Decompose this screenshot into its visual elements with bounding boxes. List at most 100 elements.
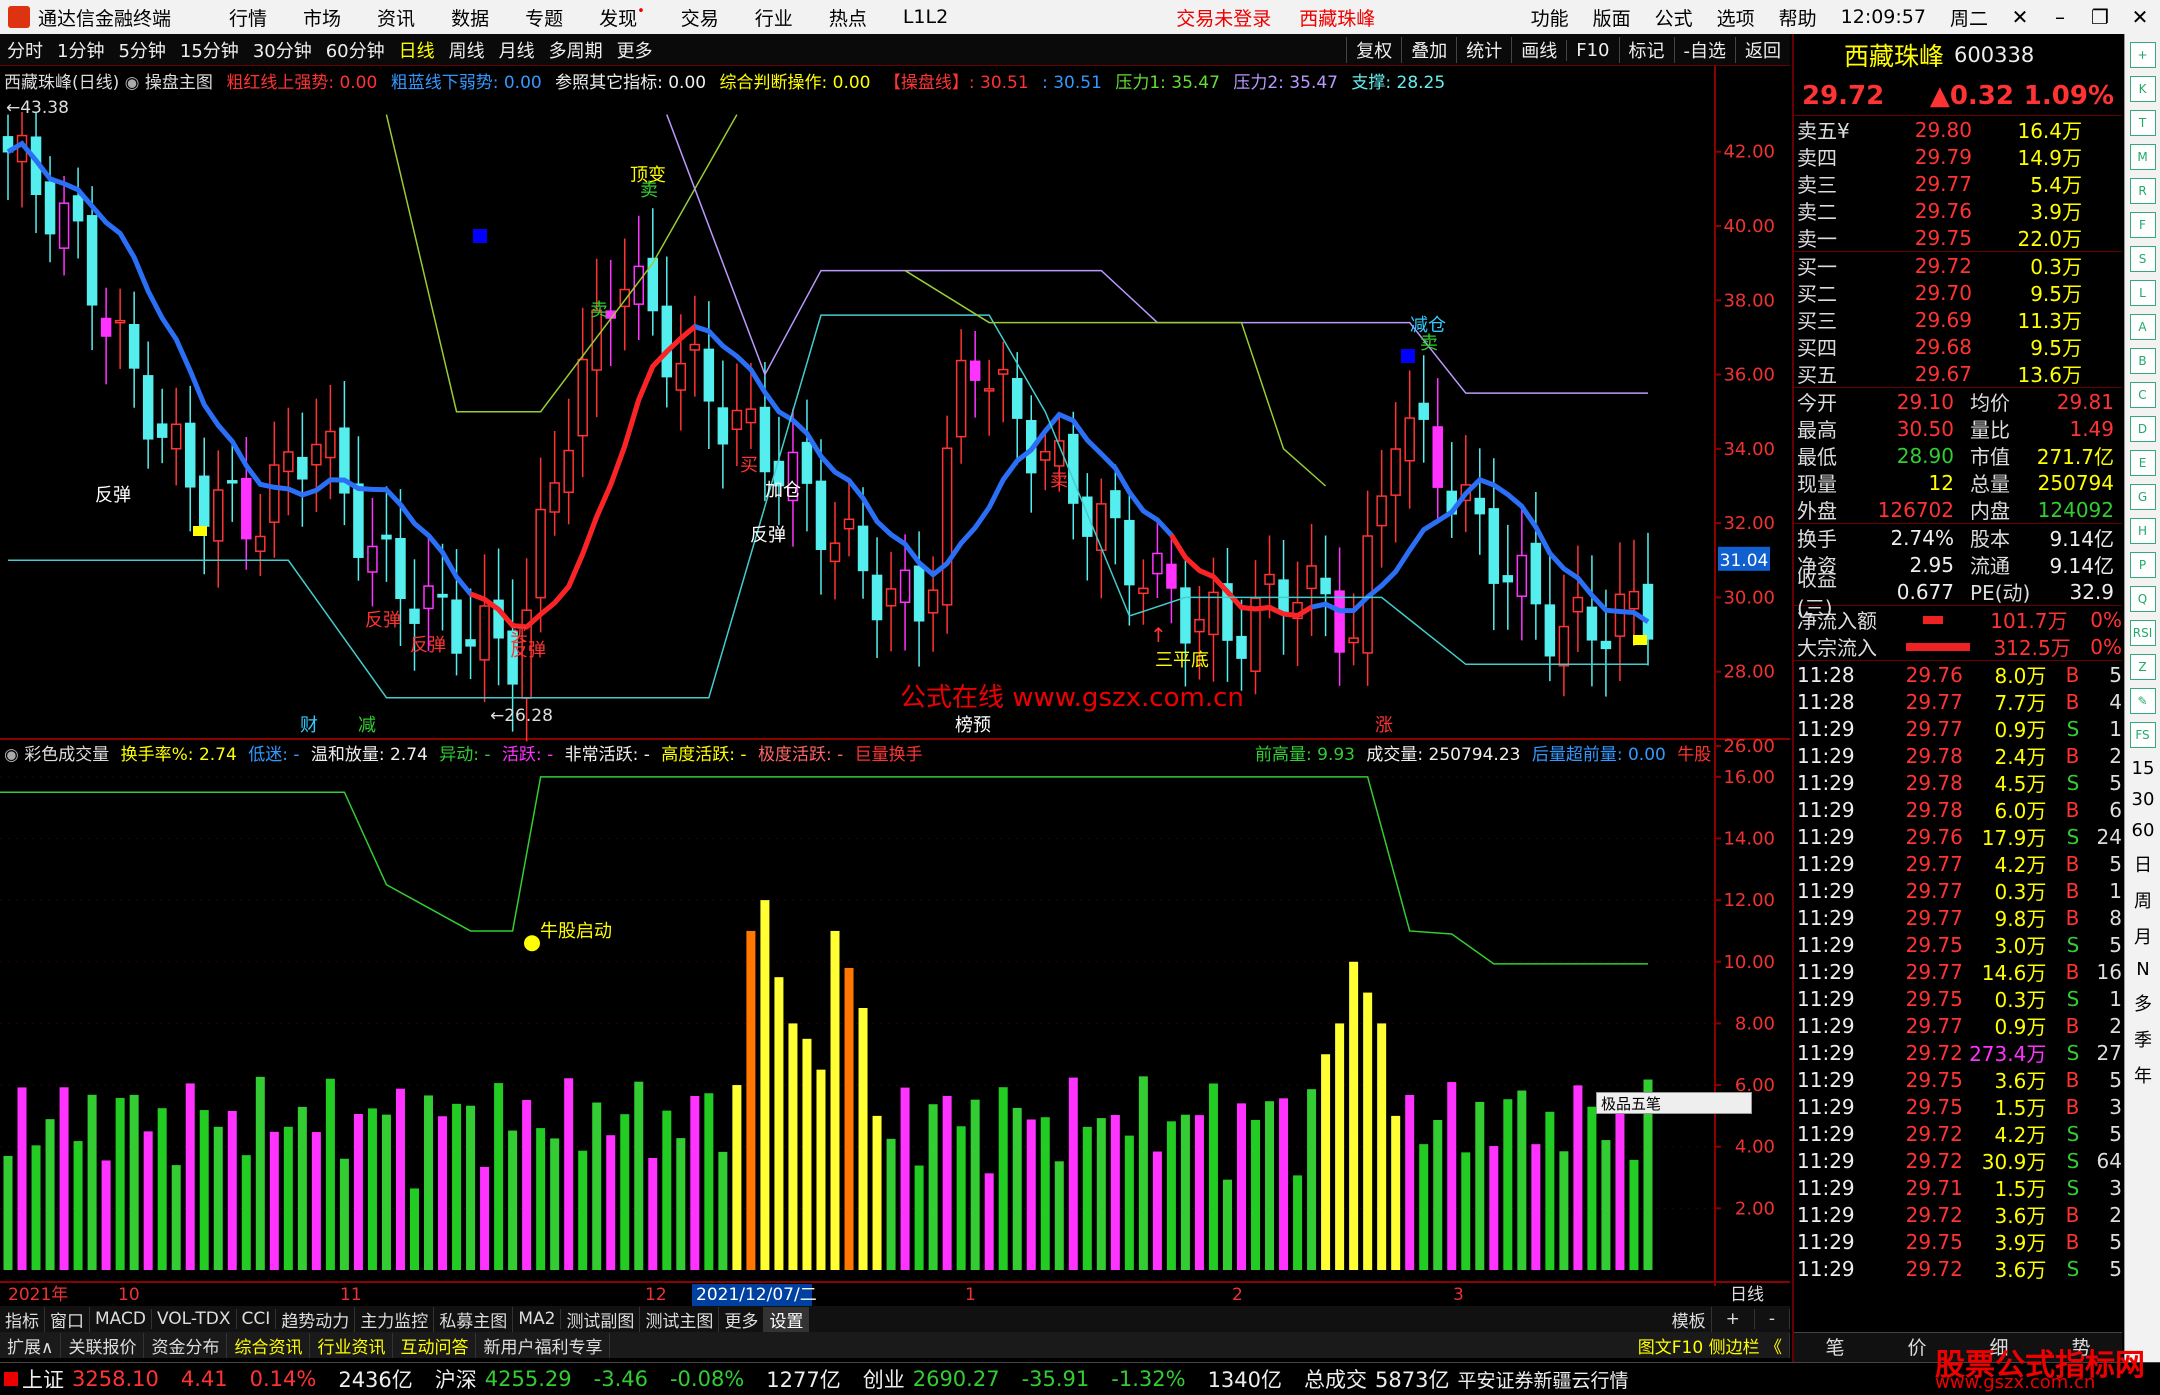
side-period-label[interactable]: 多: [2125, 990, 2160, 1016]
main-indicator-name[interactable]: 操盘主图: [145, 73, 213, 93]
side-tool-icon[interactable]: Q: [2129, 586, 2156, 612]
tick-row[interactable]: 11:29 29.77 0.3万 B 1: [1794, 877, 2122, 905]
overlay-button[interactable]: 叠加: [1401, 37, 1456, 63]
period-30m[interactable]: 30分钟: [246, 37, 319, 63]
tick-row[interactable]: 11:29 29.77 0.9万 B 2: [1794, 1012, 2122, 1040]
tick-row[interactable]: 11:29 29.72 3.6万 S 5: [1794, 1255, 2122, 1283]
tab-general-news[interactable]: 综合资讯: [227, 1332, 311, 1358]
tick-list[interactable]: 11:28 29.76 8.0万 B 5 11:28 29.77 7.7万 B 4 11:29 29.…: [1794, 661, 2122, 1283]
tab-ticks[interactable]: 笔: [1794, 1333, 1876, 1362]
ime-toolbar[interactable]: 极品五笔: [1596, 1092, 1752, 1114]
menu-help[interactable]: 帮助: [1779, 4, 1817, 31]
add-tab-button[interactable]: +: [1712, 1309, 1755, 1329]
side-tool-icon[interactable]: D: [2129, 416, 2156, 442]
tick-row[interactable]: 11:29 29.72 3.6万 B 2: [1794, 1201, 2122, 1229]
remove-tab-button[interactable]: -: [1755, 1309, 1790, 1329]
menu-industry[interactable]: 行业: [755, 4, 793, 31]
tab-window[interactable]: 窗口: [45, 1306, 90, 1332]
side-tool-icon[interactable]: B: [2129, 348, 2156, 374]
tab-qa[interactable]: 互动问答: [393, 1332, 477, 1358]
close-icon[interactable]: ✕: [2120, 5, 2160, 29]
side-tool-icon[interactable]: T: [2129, 110, 2156, 136]
period-week[interactable]: 周线: [442, 37, 492, 63]
side-tool-icon[interactable]: E: [2129, 450, 2156, 476]
mark-button[interactable]: 标记: [1618, 37, 1674, 63]
tab-new-user[interactable]: 新用户福利专享: [476, 1332, 611, 1358]
f10-button[interactable]: F10: [1566, 39, 1618, 61]
tab-private[interactable]: 私募主图: [434, 1306, 514, 1332]
side-period-label[interactable]: 30: [2125, 789, 2160, 810]
sub-indicator-name[interactable]: 彩色成交量: [24, 745, 109, 765]
side-tool-icon[interactable]: RSI: [2129, 620, 2156, 646]
side-tool-icon[interactable]: Z: [2129, 654, 2156, 680]
side-period-label[interactable]: 周: [2125, 887, 2160, 913]
ask-row[interactable]: 卖一 29.75 22.0万: [1794, 224, 2122, 252]
tab-ma2[interactable]: MA2: [513, 1309, 562, 1329]
tab-expand[interactable]: 扩展∧: [0, 1332, 62, 1358]
bid-row[interactable]: 买五 29.67 13.6万: [1794, 360, 2122, 388]
side-tool-icon[interactable]: G: [2129, 484, 2156, 510]
restore-icon[interactable]: ❐: [2080, 5, 2120, 29]
side-period-label[interactable]: 60: [2125, 820, 2160, 841]
side-tool-icon[interactable]: A: [2129, 314, 2156, 340]
tick-row[interactable]: 11:29 29.78 4.5万 S 5: [1794, 769, 2122, 797]
period-multi[interactable]: 多周期: [542, 37, 610, 63]
tab-settings[interactable]: 设置: [764, 1306, 810, 1332]
side-tool-icon[interactable]: FS: [2129, 722, 2156, 748]
tick-row[interactable]: 11:29 29.78 2.4万 B 2: [1794, 742, 2122, 770]
window-menu-icon[interactable]: ✕: [2000, 5, 2040, 29]
cy-label[interactable]: 创业: [863, 1364, 905, 1394]
side-period-label[interactable]: 月: [2125, 923, 2160, 949]
tick-row[interactable]: 11:29 29.78 6.0万 B 6: [1794, 796, 2122, 824]
menu-discover[interactable]: 发现: [599, 4, 645, 31]
side-tool-icon[interactable]: R: [2129, 178, 2156, 204]
tab-test-sub[interactable]: 测试副图: [561, 1306, 641, 1332]
ask-row[interactable]: 卖五¥ 29.80 16.4万: [1794, 116, 2122, 144]
tab-vol-tdx[interactable]: VOL-TDX: [152, 1309, 237, 1329]
hs-label[interactable]: 沪深: [435, 1364, 477, 1394]
side-tool-icon[interactable]: L: [2129, 280, 2156, 306]
side-period-label[interactable]: N: [2125, 959, 2160, 980]
tab-more[interactable]: 更多: [719, 1306, 765, 1332]
bid-row[interactable]: 买二 29.70 9.5万: [1794, 279, 2122, 307]
side-tool-icon[interactable]: C: [2129, 382, 2156, 408]
tick-row[interactable]: 11:29 29.71 1.5万 S 3: [1794, 1174, 2122, 1202]
ask-row[interactable]: 卖四 29.79 14.9万: [1794, 143, 2122, 171]
menu-options[interactable]: 选项: [1717, 4, 1755, 31]
tick-row[interactable]: 11:29 29.72 4.2万 S 5: [1794, 1120, 2122, 1148]
server-name[interactable]: 平安证券新疆云行情: [1457, 1366, 1628, 1393]
tab-main-monitor[interactable]: 主力监控: [355, 1306, 435, 1332]
menu-market[interactable]: 市场: [303, 4, 341, 31]
period-day[interactable]: 日线: [392, 37, 442, 63]
tab-macd[interactable]: MACD: [90, 1309, 152, 1329]
tab-related[interactable]: 关联报价: [61, 1332, 145, 1358]
tick-row[interactable]: 11:29 29.75 1.5万 B 3: [1794, 1093, 2122, 1121]
tick-row[interactable]: 11:29 29.75 0.3万 S 1: [1794, 985, 2122, 1013]
side-tool-icon[interactable]: K: [2129, 76, 2156, 102]
bid-row[interactable]: 买一 29.72 0.3万: [1794, 252, 2122, 280]
menu-quotes[interactable]: 行情: [229, 4, 267, 31]
tick-row[interactable]: 11:29 29.76 17.9万 S 24: [1794, 823, 2122, 851]
tick-row[interactable]: 11:28 29.77 7.7万 B 4: [1794, 688, 2122, 716]
tab-trend[interactable]: 趋势动力: [276, 1306, 356, 1332]
menu-function[interactable]: 功能: [1531, 4, 1569, 31]
period-60m[interactable]: 60分钟: [319, 37, 392, 63]
period-tick[interactable]: 分时: [0, 37, 50, 63]
menu-formula[interactable]: 公式: [1655, 4, 1693, 31]
side-tool-icon[interactable]: P: [2129, 552, 2156, 578]
tab-test-main[interactable]: 测试主图: [640, 1306, 720, 1332]
menu-news[interactable]: 资讯: [377, 4, 415, 31]
tab-cci[interactable]: CCI: [237, 1309, 277, 1329]
period-1m[interactable]: 1分钟: [50, 37, 111, 63]
menu-hot[interactable]: 热点: [829, 4, 867, 31]
ask-row[interactable]: 卖二 29.76 3.9万: [1794, 197, 2122, 225]
tab-template[interactable]: 模板: [1667, 1306, 1712, 1332]
side-period-label[interactable]: 15: [2125, 758, 2160, 779]
tick-row[interactable]: 11:29 29.72 30.9万 S 64: [1794, 1147, 2122, 1175]
remove-watchlist-button[interactable]: -自选: [1673, 37, 1736, 63]
tab-indicator[interactable]: 指标: [0, 1306, 45, 1332]
side-period-label[interactable]: 日: [2125, 851, 2160, 877]
tick-row[interactable]: 11:29 29.77 9.8万 B 8: [1794, 904, 2122, 932]
side-tool-icon[interactable]: +: [2129, 42, 2156, 68]
chart-area[interactable]: 26.00 28.00 30.00 32.00 34.00 36.00 38.00 40.00…: [0, 66, 1790, 1306]
